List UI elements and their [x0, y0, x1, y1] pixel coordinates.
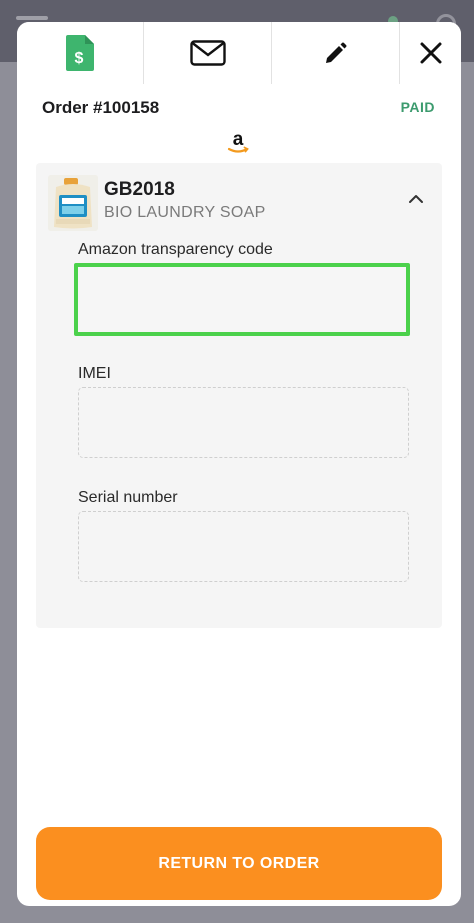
payment-status-badge: PAID [400, 99, 435, 115]
chevron-up-icon[interactable] [408, 193, 424, 205]
transparency-code-label: Amazon transparency code [78, 241, 273, 258]
order-item-modal: $ Order #100158 PAID a GB2018 BIO LAUNDR… [17, 22, 461, 906]
item-sku: GB2018 [104, 179, 175, 200]
modal-toolbar: $ [17, 22, 461, 84]
order-number: Order #100158 [42, 98, 160, 117]
svg-text:a: a [233, 129, 244, 150]
product-thumbnail [48, 175, 98, 231]
transparency-code-input[interactable] [74, 263, 410, 336]
imei-label: IMEI [78, 365, 111, 382]
amazon-icon: a [227, 129, 249, 153]
svg-text:$: $ [75, 50, 84, 67]
envelope-icon [189, 40, 226, 66]
close-button[interactable] [400, 22, 461, 84]
close-icon [420, 42, 441, 64]
menu-icon [16, 16, 48, 20]
imei-input[interactable] [78, 387, 409, 458]
return-to-order-button[interactable]: RETURN TO ORDER [36, 827, 442, 900]
laundry-bottle-icon [48, 175, 98, 231]
invoice-button[interactable]: $ [17, 22, 144, 84]
pencil-icon [325, 42, 346, 63]
invoice-dollar-icon: $ [66, 35, 94, 71]
edit-button[interactable] [272, 22, 400, 84]
email-button[interactable] [144, 22, 272, 84]
serial-number-input[interactable] [78, 511, 409, 582]
serial-number-label: Serial number [78, 489, 178, 506]
item-product-name: BIO LAUNDRY SOAP [104, 204, 266, 221]
